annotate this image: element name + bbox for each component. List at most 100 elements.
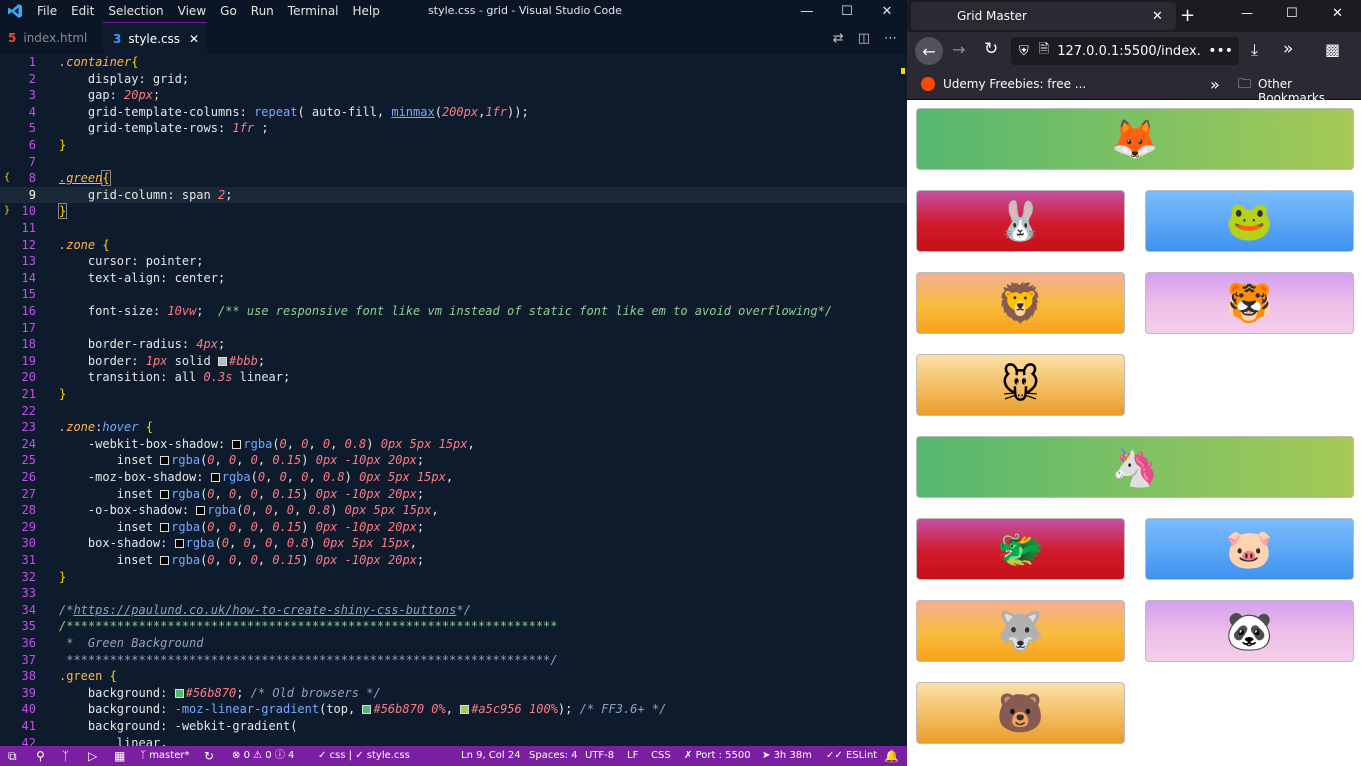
zone-panda[interactable]: 🐼 (1145, 600, 1354, 662)
code-line[interactable]: 36 * Green Background (0, 635, 907, 652)
more-actions-icon[interactable]: ⋯ (884, 31, 897, 46)
code-line[interactable]: 2 display: grid; (0, 71, 907, 88)
extensions-icon[interactable]: ▩ (1325, 40, 1340, 59)
tab-index-html[interactable]: 5 index.html (0, 22, 103, 54)
code-line[interactable]: 25 inset rgba(0, 0, 0, 0.15) 0px -10px 2… (0, 452, 907, 469)
code-line[interactable]: 14 text-align: center; (0, 270, 907, 287)
code-line[interactable]: 29 inset rgba(0, 0, 0, 0.15) 0px -10px 2… (0, 519, 907, 536)
close-tab-icon[interactable]: ✕ (189, 32, 199, 46)
reload-icon[interactable]: ↻ (984, 39, 998, 59)
code-line[interactable]: 22 (0, 403, 907, 420)
compare-changes-icon[interactable]: ⇄ (833, 31, 844, 46)
eslint-status[interactable]: ✓✓ ESLint (826, 746, 877, 766)
code-line[interactable]: 21} (0, 386, 907, 403)
language-mode[interactable]: CSS (651, 746, 671, 766)
zone-lion[interactable]: 🦁 (916, 272, 1125, 334)
code-line[interactable]: 12 .zone { (0, 237, 907, 254)
code-line[interactable]: 9 grid-column: span 2; (0, 186, 907, 204)
close-window-icon[interactable]: ✕ (1332, 6, 1343, 21)
code-line[interactable]: 1 .container{ (0, 54, 907, 71)
code-line[interactable]: 10}} (0, 203, 907, 220)
code-line[interactable]: 33 (0, 585, 907, 602)
code-line[interactable]: 31 inset rgba(0, 0, 0, 0.15) 0px -10px 2… (0, 552, 907, 569)
zone-frog[interactable]: 🐸 (1145, 190, 1354, 252)
sync-icon[interactable]: ↻ (204, 746, 214, 766)
time-tracker[interactable]: ➤ 3h 38m (762, 746, 812, 766)
code-line[interactable]: 26 -moz-box-shadow: rgba(0, 0, 0, 0.8) 0… (0, 469, 907, 486)
code-line[interactable]: 3 gap: 20px; (0, 87, 907, 104)
end-of-line[interactable]: LF (627, 746, 638, 766)
code-line[interactable]: 7 (0, 154, 907, 171)
menu-view[interactable]: View (171, 0, 213, 22)
download-icon[interactable]: ⤓ (1251, 40, 1258, 60)
browser-tab[interactable]: Grid Master ✕ (911, 2, 1176, 30)
cursor-position[interactable]: Ln 9, Col 24 (461, 746, 521, 766)
menu-terminal[interactable]: Terminal (281, 0, 346, 22)
code-line[interactable]: 11 (0, 220, 907, 237)
code-line[interactable]: 39 background: #56b870; /* Old browsers … (0, 685, 907, 702)
extensions-icon[interactable]: ▦ (114, 746, 125, 766)
minimize-icon[interactable]: — (1241, 6, 1253, 20)
source-control-icon[interactable]: ᛉ (62, 746, 69, 766)
more-tools-icon[interactable]: » (1283, 39, 1293, 59)
zone-wolf[interactable]: 🐺 (916, 600, 1125, 662)
problems-status[interactable]: ⊗ 0 ⚠ 0 ⓘ 4 (232, 746, 294, 766)
notifications-icon[interactable]: 🔔 (884, 746, 899, 766)
code-line[interactable]: 27 inset rgba(0, 0, 0, 0.15) 0px -10px 2… (0, 486, 907, 503)
code-line[interactable]: 16 font-size: 10vw; /** use responsive f… (0, 303, 907, 320)
url-bar[interactable]: ⛨ 🗎 127.0.0.1:5500/index. ••• (1011, 37, 1239, 65)
maximize-icon[interactable]: ☐ (827, 0, 867, 22)
code-line[interactable]: 28 -o-box-shadow: rgba(0, 0, 0, 0.8) 0px… (0, 502, 907, 519)
code-line[interactable]: 18 border-radius: 4px; (0, 336, 907, 353)
zone-bear[interactable]: 🐻 (916, 682, 1125, 744)
menu-run[interactable]: Run (244, 0, 281, 22)
maximize-icon[interactable]: ☐ (1286, 6, 1298, 21)
code-line[interactable]: 24 -webkit-box-shadow: rgba(0, 0, 0, 0.8… (0, 436, 907, 453)
code-line[interactable]: 34 /*https://paulund.co.uk/how-to-create-… (0, 602, 907, 619)
code-line[interactable]: 38 .green { (0, 668, 907, 685)
code-line[interactable]: 41 background: -webkit-gradient( (0, 718, 907, 735)
encoding[interactable]: UTF-8 (585, 746, 614, 766)
zone-fox[interactable]: 🦊 (916, 108, 1354, 170)
vscode-logo-icon[interactable] (0, 0, 30, 22)
zone-unicorn[interactable]: 🦄 (916, 436, 1354, 498)
indentation[interactable]: Spaces: 4 (529, 746, 578, 766)
back-icon[interactable]: ← (915, 37, 943, 65)
zone-pig[interactable]: 🐷 (1145, 518, 1354, 580)
tab-style-css[interactable]: 3 style.css ✕ (103, 22, 207, 54)
code-line[interactable]: 23 .zone:hover { (0, 419, 907, 436)
code-line[interactable]: 40 background: -moz-linear-gradient(top,… (0, 701, 907, 718)
branch-status[interactable]: ᛉ master* (140, 746, 189, 766)
remote-icon[interactable]: ⧉ (8, 746, 17, 766)
code-line[interactable]: 20 transition: all 0.3s linear; (0, 369, 907, 386)
menu-edit[interactable]: Edit (64, 0, 101, 22)
zone-tiger[interactable]: 🐯 (1145, 272, 1354, 334)
code-line[interactable]: 4 grid-template-columns: repeat( auto-fi… (0, 104, 907, 121)
page-actions-icon[interactable]: ••• (1208, 43, 1233, 59)
chevron-right-icon[interactable]: » (1210, 75, 1220, 94)
forward-icon[interactable]: → (952, 40, 965, 59)
code-line[interactable]: 13 cursor: pointer; (0, 253, 907, 270)
code-line[interactable]: 5 grid-template-rows: 1fr ; (0, 120, 907, 137)
code-line[interactable]: 15 (0, 286, 907, 303)
code-line[interactable]: 30 box-shadow: rgba(0, 0, 0, 0.8) 0px 5p… (0, 535, 907, 552)
close-window-icon[interactable]: ✕ (867, 0, 907, 22)
code-line[interactable]: 17 (0, 320, 907, 337)
code-line[interactable]: 19 border: 1px solid #bbb; (0, 353, 907, 370)
code-editor[interactable]: 1 .container{2 display: grid; 3 gap: 20px;… (0, 54, 907, 746)
zone-mouse[interactable]: 🐭 (916, 354, 1125, 416)
new-tab-icon[interactable]: + (1180, 5, 1195, 26)
menu-file[interactable]: File (30, 0, 64, 22)
menu-go[interactable]: Go (213, 0, 244, 22)
code-line[interactable]: 8 .green{{ (0, 170, 907, 187)
zone-rabbit[interactable]: 🐰 (916, 190, 1125, 252)
search-icon[interactable]: ⚲ (36, 746, 45, 766)
code-line[interactable]: 42 linear, (0, 735, 907, 746)
live-server-port[interactable]: ✗ Port : 5500 (684, 746, 751, 766)
code-line[interactable]: 32} (0, 569, 907, 586)
minimize-icon[interactable]: — (787, 0, 827, 22)
code-line[interactable]: 37 *************************************… (0, 652, 907, 669)
close-tab-icon[interactable]: ✕ (1152, 9, 1163, 24)
code-line[interactable]: 6} (0, 137, 907, 154)
run-debug-icon[interactable]: ▷ (88, 746, 97, 766)
